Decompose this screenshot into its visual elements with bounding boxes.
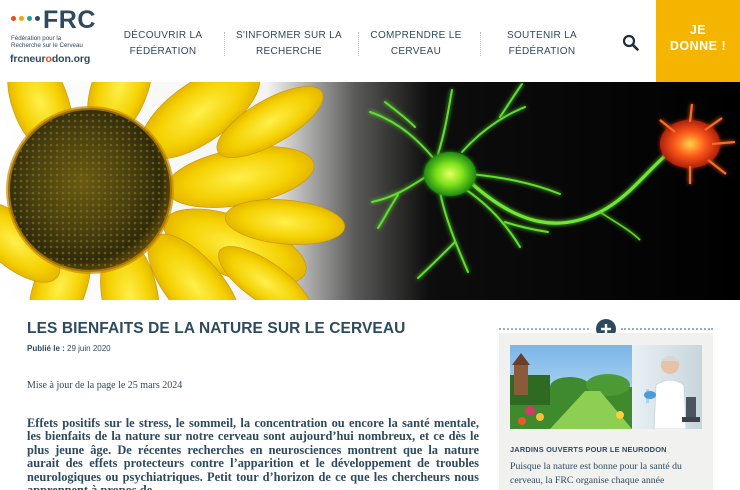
nav-item-line1: Comprendre le bbox=[370, 30, 462, 41]
nav-separator bbox=[480, 32, 481, 56]
article-content: LES BIENFAITS DE LA NATURE SUR LE CERVEA… bbox=[27, 300, 479, 490]
logo-wordmark: FRC bbox=[43, 6, 96, 34]
logo-dots-icon bbox=[10, 12, 44, 24]
nav-item-line2: recherche bbox=[255, 46, 323, 57]
nav-item-soutenir[interactable]: Soutenir la Fédération bbox=[496, 28, 588, 60]
nav-item-line2: Fédération bbox=[129, 46, 197, 57]
hero-banner bbox=[0, 82, 740, 300]
donate-line2: DONNE ! bbox=[669, 39, 727, 53]
publish-label: Publié le : bbox=[27, 344, 65, 353]
card-image bbox=[510, 345, 702, 429]
nav-item-line1: Soutenir la bbox=[507, 30, 577, 41]
nav-item-line2: Fédération bbox=[508, 46, 576, 57]
site-header: FRC Fédération pour la Recherche sur le … bbox=[0, 0, 740, 110]
card-excerpt: Puisque la nature est bonne pour la sant… bbox=[510, 461, 682, 486]
logo-dot bbox=[35, 16, 40, 21]
logo-url: frcneurodon.org bbox=[10, 53, 90, 65]
logo-subtitle: Fédération pour la Recherche sur le Cerv… bbox=[11, 35, 111, 49]
article-title: LES BIENFAITS DE LA NATURE SUR LE CERVEA… bbox=[27, 320, 406, 337]
nav-item-comprendre[interactable]: Comprendre le cerveau bbox=[366, 28, 466, 60]
nav-item-line1: Découvrir la bbox=[123, 30, 203, 41]
search-icon bbox=[622, 34, 639, 51]
card-title: JARDINS OUVERTS POUR LE NEURODON bbox=[510, 445, 667, 454]
logo-subtitle-line1: Fédération pour la bbox=[11, 35, 62, 42]
sidebar-divider bbox=[621, 328, 713, 330]
search-button[interactable] bbox=[622, 34, 640, 52]
nav-item-sinformer[interactable]: S'informer sur la recherche bbox=[234, 28, 344, 60]
frc-logo[interactable]: FRC Fédération pour la Recherche sur le … bbox=[10, 7, 110, 71]
logo-url-part1: frcneur bbox=[10, 53, 46, 65]
nav-separator bbox=[224, 32, 225, 56]
publish-date-value: 29 juin 2020 bbox=[67, 344, 111, 353]
news-card[interactable]: JARDINS OUVERTS POUR LE NEURODON Puisque… bbox=[499, 333, 713, 490]
logo-url-part3: don.org bbox=[51, 53, 91, 65]
logo-subtitle-line2: Recherche sur le Cerveau bbox=[11, 42, 83, 49]
nav-separator bbox=[358, 32, 359, 56]
update-date: Mise à jour de la page le 25 mars 2024 bbox=[27, 380, 183, 391]
nav-item-decouvrir[interactable]: Découvrir la Fédération bbox=[118, 28, 208, 60]
card-photo bbox=[510, 345, 702, 429]
nav-item-line2: cerveau bbox=[390, 46, 442, 57]
donate-line1: JE bbox=[689, 23, 707, 37]
hero-image bbox=[0, 82, 740, 300]
donate-label: JE DONNE ! bbox=[656, 22, 740, 54]
logo-dot bbox=[19, 16, 24, 21]
article-lead: Effets positifs sur le stress, le sommei… bbox=[27, 416, 479, 490]
publish-date: Publié le : 29 juin 2020 bbox=[27, 344, 111, 353]
logo-dot bbox=[11, 16, 16, 21]
sidebar-divider bbox=[499, 328, 589, 330]
logo-dot bbox=[27, 16, 32, 21]
nav-item-line1: S'informer sur la bbox=[236, 30, 342, 41]
sidebar: JARDINS OUVERTS POUR LE NEURODON Puisque… bbox=[499, 300, 713, 490]
